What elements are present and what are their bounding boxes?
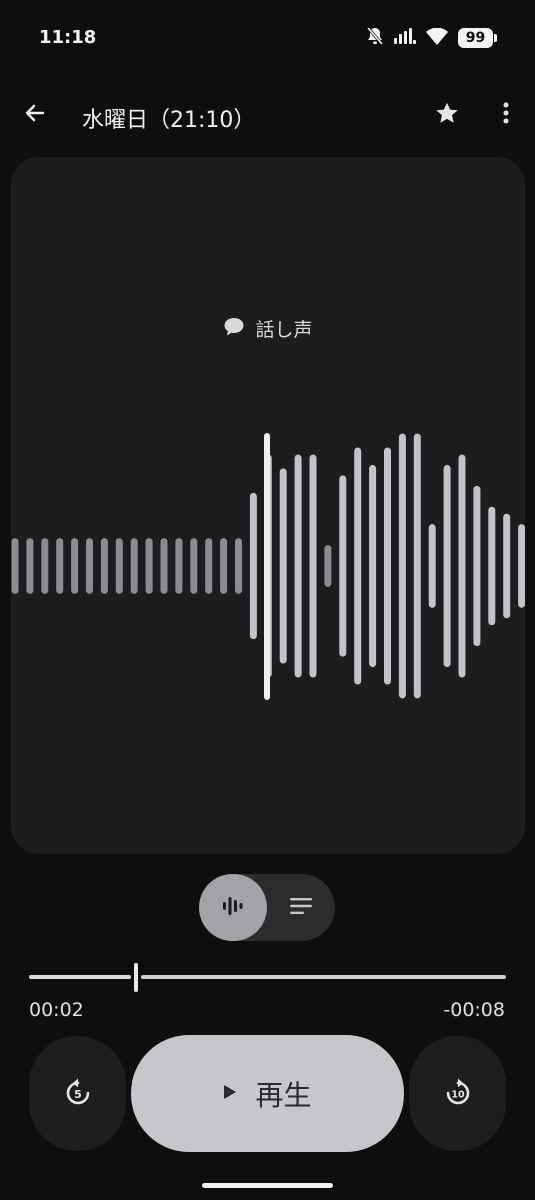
waveform-bar xyxy=(354,447,362,685)
waveform-bar xyxy=(398,433,406,699)
play-button-label: 再生 xyxy=(255,1078,312,1112)
waveform-bar xyxy=(115,538,123,594)
waveform-bar xyxy=(100,538,108,594)
waveform-bar xyxy=(175,538,183,594)
recorder-screen: 11:18 99 水曜日（21:10） 話し声 00:02 -00:08 5 再… xyxy=(0,0,535,1200)
waveform-bar xyxy=(235,538,242,594)
waveform-bar xyxy=(458,454,466,678)
status-time: 11:18 xyxy=(39,27,97,48)
battery-icon: 99 xyxy=(458,28,497,48)
remaining-time: -00:08 xyxy=(443,999,505,1021)
elapsed-time: 00:02 xyxy=(29,999,84,1021)
waveform-bar xyxy=(413,433,421,699)
progress-played xyxy=(29,975,131,979)
star-icon xyxy=(434,100,460,130)
waveform-bar xyxy=(11,538,19,594)
forward-10-icon: 10 xyxy=(444,1077,472,1111)
progress-remaining xyxy=(141,975,506,979)
waveform-icon xyxy=(222,894,244,922)
waveform-bar xyxy=(26,538,34,594)
waveform-bar xyxy=(130,538,138,594)
more-vert-icon xyxy=(502,101,510,129)
waveform-bar xyxy=(41,538,49,594)
rewind-5-icon: 5 xyxy=(64,1077,92,1111)
transcript-view-button[interactable] xyxy=(267,874,335,941)
waveform-bar xyxy=(56,538,64,594)
battery-level: 99 xyxy=(465,30,486,46)
more-options-button[interactable] xyxy=(486,94,526,136)
forward-10-button[interactable]: 10 xyxy=(409,1036,506,1151)
waveform-bar xyxy=(503,513,511,619)
waveform-bar xyxy=(324,545,332,587)
waveform-bar xyxy=(369,464,377,668)
wifi-icon xyxy=(426,27,448,49)
back-arrow-icon xyxy=(23,101,47,129)
waveform-bar xyxy=(473,485,481,647)
waveform-bar xyxy=(309,454,317,678)
waveform-graph xyxy=(11,433,525,700)
favorite-button[interactable] xyxy=(426,94,468,136)
mute-icon xyxy=(366,26,384,50)
waveform-bar xyxy=(205,538,213,594)
waveform-bar xyxy=(86,538,93,594)
waveform-bar xyxy=(518,524,525,608)
waveform-bar xyxy=(384,447,391,685)
transcript-icon xyxy=(290,897,312,918)
waveform-bar xyxy=(71,538,79,594)
waveform-view-button[interactable] xyxy=(199,874,267,941)
playhead[interactable] xyxy=(264,433,270,700)
back-button[interactable] xyxy=(14,94,56,136)
status-bar: 11:18 99 xyxy=(0,0,535,76)
rewind-5-button[interactable]: 5 xyxy=(29,1036,126,1151)
waveform-bar xyxy=(428,524,436,608)
forward-seconds: 10 xyxy=(451,1089,465,1100)
waveform-bar xyxy=(160,538,168,594)
waveform-bar xyxy=(220,538,228,594)
waveform-bar xyxy=(488,506,496,626)
page-title: 水曜日（21:10） xyxy=(82,108,256,133)
waveform-bar xyxy=(249,492,257,640)
playback-progress-slider[interactable] xyxy=(29,962,506,992)
waveform-bar xyxy=(190,538,198,594)
waveform-bar xyxy=(294,454,302,678)
play-icon xyxy=(223,1084,237,1104)
signal-icon xyxy=(394,28,416,48)
status-icons: 99 xyxy=(366,26,497,50)
home-indicator[interactable] xyxy=(202,1183,333,1188)
app-bar: 水曜日（21:10） xyxy=(0,84,535,148)
waveform-bar xyxy=(443,464,451,668)
waveform-bar xyxy=(279,468,287,664)
play-button[interactable]: 再生 xyxy=(131,1035,404,1152)
waveform-bar xyxy=(339,475,347,657)
view-toggle xyxy=(199,874,335,941)
waveform-bar xyxy=(145,538,153,594)
waveform-card[interactable]: 話し声 xyxy=(11,157,525,854)
progress-thumb[interactable] xyxy=(134,963,138,992)
rewind-seconds: 5 xyxy=(74,1088,82,1101)
